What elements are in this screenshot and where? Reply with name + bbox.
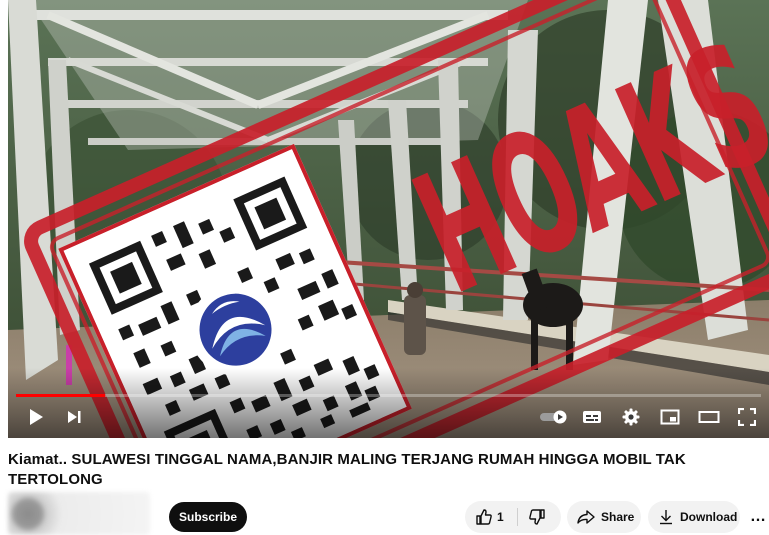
- theater-mode-icon: [698, 411, 720, 423]
- subscribe-button[interactable]: Subscribe: [169, 502, 247, 532]
- download-label: Download: [680, 510, 738, 524]
- video-title: Kiamat.. SULAWESI TINGGAL NAMA,BANJIR MA…: [8, 451, 686, 488]
- like-count: 1: [497, 510, 504, 524]
- thumbs-down-icon: [529, 509, 545, 525]
- dislike-button[interactable]: [528, 508, 546, 526]
- more-actions-button[interactable]: …: [747, 501, 769, 533]
- progress-played: [16, 394, 106, 397]
- like-separator: [517, 508, 518, 526]
- download-icon: [658, 509, 674, 525]
- autoplay-toggle-icon: [540, 410, 567, 424]
- share-button[interactable]: Share: [567, 501, 641, 533]
- next-button[interactable]: [62, 407, 86, 427]
- thumbs-up-icon: [476, 509, 492, 525]
- autoplay-toggle[interactable]: [539, 407, 569, 427]
- theater-mode-button[interactable]: [697, 407, 721, 427]
- next-icon: [68, 411, 81, 423]
- like-dislike-group: 1: [465, 501, 561, 533]
- like-button[interactable]: [475, 508, 493, 526]
- share-icon: [577, 509, 595, 525]
- miniplayer-icon: [660, 409, 680, 425]
- captions-button[interactable]: [580, 407, 604, 427]
- progress-bar[interactable]: [16, 394, 761, 397]
- captions-icon: [583, 411, 601, 423]
- controls-gradient: [8, 368, 769, 438]
- channel-info-blurred[interactable]: [8, 492, 150, 535]
- download-button[interactable]: Download: [648, 501, 740, 533]
- share-label: Share: [601, 510, 635, 524]
- play-icon: [30, 409, 43, 425]
- gear-icon: [622, 408, 640, 426]
- video-player[interactable]: HOAKS: [8, 0, 769, 438]
- play-button[interactable]: [24, 407, 48, 427]
- miniplayer-button[interactable]: [658, 407, 682, 427]
- fullscreen-icon: [738, 408, 756, 426]
- settings-button[interactable]: [619, 407, 643, 427]
- fullscreen-button[interactable]: [735, 407, 759, 427]
